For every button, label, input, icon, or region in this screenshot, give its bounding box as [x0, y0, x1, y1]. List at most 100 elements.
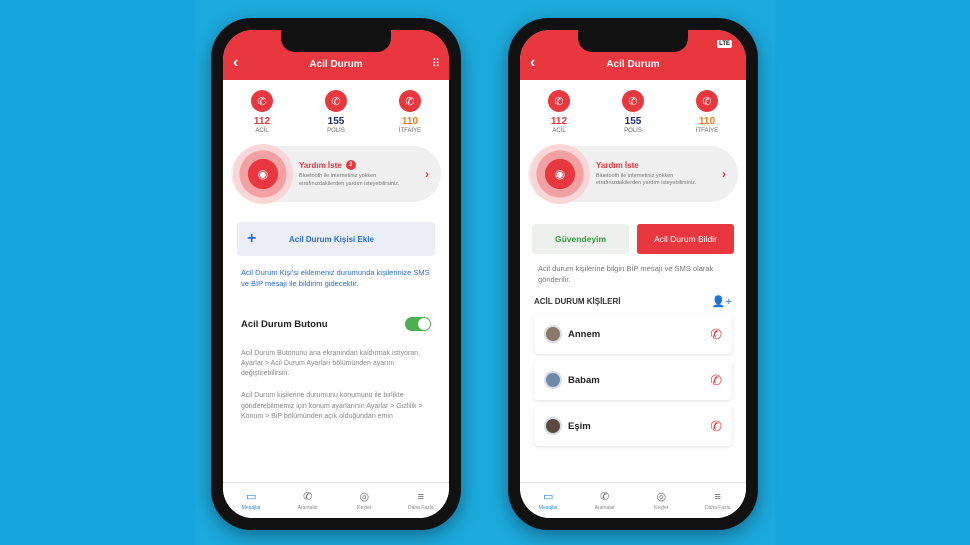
help-title: Yardım İste 3 — [299, 160, 409, 171]
help-request-card[interactable]: ◉ Yardım İste 3 Bluetooth ile internetin… — [231, 144, 441, 204]
phone-icon: ✆ — [696, 90, 718, 112]
emergency-numbers: ✆ 112 ACİL ✆ 155 POLİS ✆ 110 İTFAİYE — [520, 80, 746, 134]
emergency-button-toggle[interactable] — [405, 317, 431, 331]
contact-name: Eşim — [568, 420, 591, 432]
chat-icon: ▭ — [543, 491, 554, 503]
phone-icon: ✆ — [399, 90, 421, 112]
phone-icon: ✆ — [325, 90, 347, 112]
avatar — [544, 325, 562, 343]
help-request-card[interactable]: ◉ Yardım İste Bluetooth ile internetiniz… — [528, 144, 738, 204]
add-contact-label: Acil Durum Kişisi Ekle — [289, 234, 374, 244]
emergency-label: ACİL — [255, 128, 269, 134]
phone-icon: ✆ — [622, 90, 644, 112]
compass-icon: ◎ — [656, 491, 667, 503]
phone-icon: ✆ — [548, 90, 570, 112]
tab-calls[interactable]: ✆ Aramalar — [285, 490, 330, 511]
phone-icon: ✆ — [600, 491, 610, 503]
phone-icon: ✆ — [251, 90, 273, 112]
phone-icon: ✆ — [303, 491, 313, 503]
help-title: Yardım İste — [596, 161, 706, 170]
tab-label: Aramalar — [594, 505, 615, 511]
help-badge: 3 — [345, 160, 356, 171]
screen-right: LTE ‹ Acil Durum ✆ 112 ACİL ✆ 155 POLİS … — [520, 30, 746, 518]
info-note: Acil durum kişilerine bilgin BİP mesajı … — [538, 264, 714, 284]
back-icon[interactable]: ‹ — [530, 54, 535, 72]
emergency-112[interactable]: ✆ 112 ACİL — [237, 90, 287, 134]
contact-row[interactable]: Babam ✆ — [534, 360, 732, 400]
settings-note: Acil Durum Butonunu ana ekranından kaldı… — [241, 350, 420, 378]
broadcast-icon: ◉ — [233, 144, 293, 204]
emergency-112[interactable]: ✆ 112 ACİL — [534, 90, 584, 134]
tab-label: Daha Fazla — [704, 504, 731, 511]
contact-name: Annem — [568, 328, 601, 340]
help-title-text: Yardım İste — [299, 160, 342, 170]
notch — [578, 30, 688, 52]
emergency-label: İTFAİYE — [398, 128, 422, 134]
chevron-right-icon: › — [425, 167, 429, 181]
emergency-110[interactable]: ✆ 110 İTFAİYE — [385, 90, 435, 134]
emergency-label: İTFAİYE — [695, 128, 719, 134]
phone-left: ‹ Acil Durum ⠿ ✆ 112 ACİL ✆ 155 POLİS ✆ … — [211, 18, 461, 530]
contact-info-note: Acil Durum Kişi'si eklemeniz durumunda k… — [241, 268, 430, 288]
safe-button[interactable]: Güvendeyim — [532, 224, 629, 254]
tab-calls[interactable]: ✆ Aramalar — [582, 490, 627, 511]
add-emergency-contact-button[interactable]: + Acil Durum Kişisi Ekle — [237, 222, 435, 256]
emergency-155[interactable]: ✆ 155 POLİS — [311, 90, 361, 134]
tab-discover[interactable]: ◎ Keşfet — [342, 490, 387, 511]
emergency-155[interactable]: ✆ 155 POLİS — [608, 90, 658, 134]
page-title: Acil Durum — [309, 59, 363, 70]
call-icon[interactable]: ✆ — [710, 418, 722, 435]
emergency-number: 112 — [253, 116, 271, 127]
avatar — [544, 417, 562, 435]
status-buttons: Güvendeyim Acil Durum Bildir — [532, 224, 734, 254]
emergency-110[interactable]: ✆ 110 İTFAİYE — [682, 90, 732, 134]
contact-name: Babam — [568, 374, 600, 386]
emergency-number: 155 — [327, 116, 345, 127]
chat-icon: ▭ — [246, 491, 257, 503]
tab-more[interactable]: ≡ Daha Fazla — [398, 491, 443, 511]
broadcast-icon: ◉ — [530, 144, 590, 204]
menu-icon: ≡ — [417, 490, 424, 503]
help-text: Yardım İste Bluetooth ile internetiniz y… — [596, 161, 706, 188]
report-emergency-button[interactable]: Acil Durum Bildir — [637, 224, 734, 254]
tab-label: Daha Fazla — [407, 504, 434, 511]
compass-icon: ◎ — [359, 491, 370, 503]
emergency-label: ACİL — [552, 128, 566, 134]
contacts-title: ACİL DURUM KİŞİLERİ — [534, 297, 621, 306]
tab-bar: ▭ Mesajlar ✆ Aramalar ◎ Keşfet ≡ Daha Fa… — [223, 482, 449, 518]
screen-left: ‹ Acil Durum ⠿ ✆ 112 ACİL ✆ 155 POLİS ✆ … — [223, 30, 449, 518]
tab-more[interactable]: ≡ Daha Fazla — [695, 491, 740, 511]
tab-messages[interactable]: ▭ Mesajlar — [229, 490, 274, 511]
page-title: Acil Durum — [606, 59, 660, 70]
dialpad-icon[interactable]: ⠿ — [432, 57, 440, 70]
contact-row[interactable]: Annem ✆ — [534, 314, 732, 354]
emergency-numbers: ✆ 112 ACİL ✆ 155 POLİS ✆ 110 İTFAİYE — [223, 80, 449, 134]
network-status: LTE — [717, 40, 732, 48]
contact-row[interactable]: Eşim ✆ — [534, 406, 732, 446]
background-left — [0, 0, 195, 545]
add-contact-icon[interactable]: 👤+ — [712, 295, 732, 308]
chevron-right-icon: › — [722, 167, 726, 181]
location-note: Acil Durum kişilerine durumunu konumunu … — [241, 392, 423, 420]
back-icon[interactable]: ‹ — [233, 54, 238, 72]
contacts-header: ACİL DURUM KİŞİLERİ 👤+ — [534, 295, 732, 308]
tab-discover[interactable]: ◎ Keşfet — [639, 490, 684, 511]
tab-label: Aramalar — [297, 505, 318, 511]
help-description: Bluetooth ile internetiniz yokken etrafı… — [596, 172, 697, 186]
notch — [281, 30, 391, 52]
tab-label: Keşfet — [654, 505, 669, 511]
emergency-button-setting: Acil Durum Butonu — [241, 317, 431, 331]
help-text: Yardım İste 3 Bluetooth ile internetiniz… — [299, 160, 409, 188]
tab-label: Keşfet — [357, 505, 372, 511]
call-icon[interactable]: ✆ — [710, 372, 722, 389]
tab-bar: ▭ Mesajlar ✆ Aramalar ◎ Keşfet ≡ Daha Fa… — [520, 482, 746, 518]
emergency-number: 110 — [401, 116, 419, 127]
help-title-text: Yardım İste — [596, 160, 639, 170]
avatar — [544, 371, 562, 389]
emergency-label: POLİS — [624, 128, 642, 134]
tab-messages[interactable]: ▭ Mesajlar — [526, 490, 571, 511]
call-icon[interactable]: ✆ — [710, 326, 722, 343]
emergency-label: POLİS — [327, 128, 345, 134]
tab-label: Mesajlar — [538, 505, 558, 511]
emergency-number: 110 — [698, 116, 716, 127]
